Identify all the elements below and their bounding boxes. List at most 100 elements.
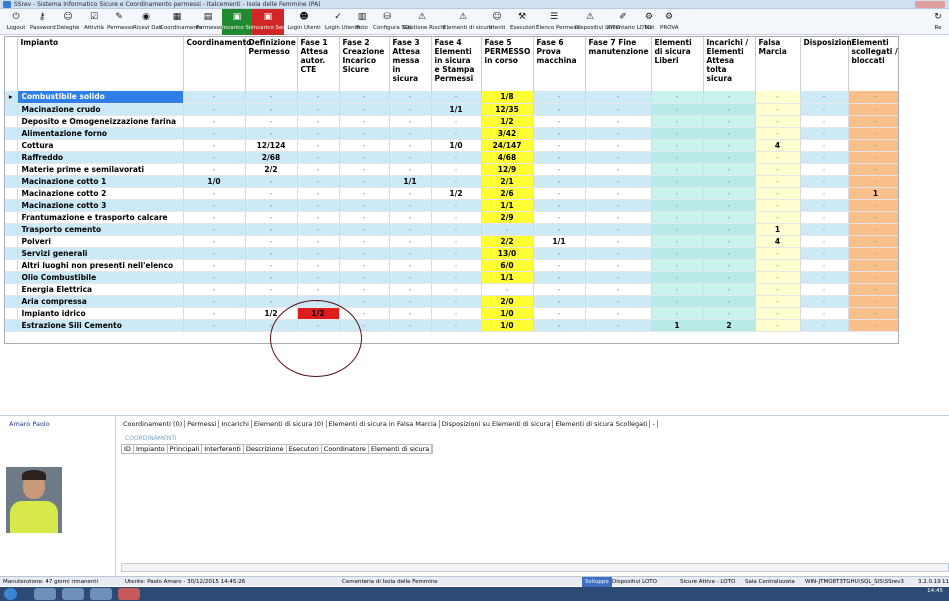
grid-cell[interactable]: - [339,115,390,128]
grid-cell[interactable]: - [703,295,756,308]
grid-cell[interactable]: - [245,175,298,188]
row-selector[interactable] [5,115,18,128]
grid-cell[interactable]: - [755,307,801,320]
table-row[interactable]: Cottura -12/124- - -1/0 24/147- - - -4- - [5,139,898,152]
table-row[interactable]: Aria compressa - - - - - -2/0- - - - - - - [5,295,898,308]
grid-cell[interactable]: - [585,115,652,128]
column-header[interactable]: Falsa Marcia [755,37,801,91]
toolbar-button-19[interactable]: ⚠ Dispositivi LOTO [575,9,620,35]
grid-cell[interactable]: - [297,187,340,200]
grid-cell[interactable]: 4 [755,139,801,152]
table-row[interactable]: Servizi generali - - - - - -13/0- - - - - - - [5,247,898,260]
column-header[interactable]: Disposizioni [800,37,854,91]
row-selector[interactable] [5,235,18,248]
grid-cell[interactable]: - [651,307,704,320]
grid-cell[interactable]: 1/0 [481,319,534,332]
column-header[interactable]: Elementi scollegati / bloccati [848,37,898,91]
grid-cell[interactable]: - [848,91,898,104]
status-sala[interactable]: Sala Centralizzata [745,577,795,587]
toolbar-button-8[interactable]: ▣ Incarico Sicuro [222,9,262,35]
grid-cell[interactable]: 13/0 [481,247,534,260]
grid-cell[interactable]: - [848,235,898,248]
grid-cell[interactable]: - [755,259,801,272]
grid-cell[interactable]: - [533,211,586,224]
grid-cell[interactable]: - [339,211,390,224]
grid-cell[interactable]: - [431,259,482,272]
toolbar-button-6[interactable]: ▦ Coordinamento [160,9,202,35]
table-row[interactable]: Trasporto cemento - - - - - - - - - - -1- - [5,223,898,236]
grid-cell[interactable]: - [431,127,482,140]
grid-cell[interactable]: - [585,91,652,104]
grid-cell[interactable]: - [533,103,586,116]
grid-cell[interactable]: - [339,139,390,152]
grid-cell[interactable]: - [533,127,586,140]
grid-cell[interactable]: - [848,247,898,260]
grid-cell[interactable]: - [533,283,586,296]
grid-cell[interactable]: 12/35 [481,103,534,116]
grid-cell[interactable]: 24/147 [481,139,534,152]
grid-cell[interactable]: - [431,163,482,176]
impianto-name[interactable]: Combustibile solido [17,91,184,104]
grid-cell[interactable]: - [703,199,756,212]
grid-cell[interactable]: 1 [848,187,898,200]
grid-cell[interactable]: - [297,247,340,260]
media-icon[interactable] [62,588,84,600]
grid-cell[interactable]: - [848,163,898,176]
grid-cell[interactable]: - [703,187,756,200]
grid-cell[interactable]: - [585,247,652,260]
impianto-name[interactable]: Cottura [17,139,184,152]
row-selector[interactable] [5,127,18,140]
grid-cell[interactable]: - [800,295,849,308]
grid-cell[interactable]: - [339,235,390,248]
row-selector[interactable] [5,247,18,260]
grid-cell[interactable]: - [800,223,849,236]
table-row[interactable]: Macinazione cotto 2- - - - -1/2 2/6- - - - - -1 [5,187,898,200]
grid-cell[interactable]: - [651,175,704,188]
grid-cell[interactable]: - [245,271,298,284]
grid-cell[interactable]: - [431,295,482,308]
grid-cell[interactable]: - [297,163,340,176]
coord-column-header[interactable]: Descrizione [243,445,287,453]
grid-cell[interactable]: - [183,283,246,296]
grid-cell[interactable]: - [245,295,298,308]
coord-column-header[interactable]: ID [122,445,134,453]
start-icon[interactable] [4,588,17,600]
grid-cell[interactable]: - [755,187,801,200]
grid-cell[interactable]: - [848,199,898,212]
table-row[interactable]: Macinazione cotto 3- - - - - -1/1- - - - - - - [5,199,898,212]
grid-cell[interactable]: - [389,223,432,236]
toolbar-button-13[interactable]: ⛁ Configura SQL [373,9,412,35]
toolbar-button-12[interactable]: ▥ Foto [352,9,372,35]
grid-cell[interactable]: - [800,151,849,164]
table-row[interactable]: Polveri - - - - - -2/2 1/1- - -4- - [5,235,898,248]
grid-cell[interactable]: - [755,271,801,284]
grid-cell[interactable]: 1/1 [533,235,586,248]
grid-cell[interactable]: - [533,187,586,200]
grid-cell[interactable]: - [389,127,432,140]
row-selector[interactable] [5,223,18,236]
grid-cell[interactable]: - [297,151,340,164]
grid-cell[interactable]: - [297,271,340,284]
grid-cell[interactable]: - [651,271,704,284]
grid-cell[interactable]: - [431,235,482,248]
grid-cell[interactable]: - [389,271,432,284]
grid-cell[interactable]: 1/8 [481,91,534,104]
grid-cell[interactable]: - [389,211,432,224]
grid-cell[interactable]: - [703,235,756,248]
grid-cell[interactable]: - [389,103,432,116]
grid-cell[interactable]: - [431,91,482,104]
detail-tab[interactable]: Elementi di sicura in Falsa Marcia [326,420,440,428]
grid-cell[interactable]: - [703,103,756,116]
grid-cell[interactable]: - [183,187,246,200]
grid-cell[interactable]: - [800,259,849,272]
grid-cell[interactable]: - [431,223,482,236]
grid-cell[interactable]: - [848,307,898,320]
grid-cell[interactable]: - [297,115,340,128]
grid-cell[interactable]: - [339,127,390,140]
grid-cell[interactable]: - [389,235,432,248]
column-header[interactable]: Coordinamento [183,37,251,91]
row-selector[interactable] [5,151,18,164]
impianto-name[interactable]: Trasporto cemento [17,223,184,236]
grid-cell[interactable]: - [848,283,898,296]
grid-cell[interactable]: - [585,151,652,164]
